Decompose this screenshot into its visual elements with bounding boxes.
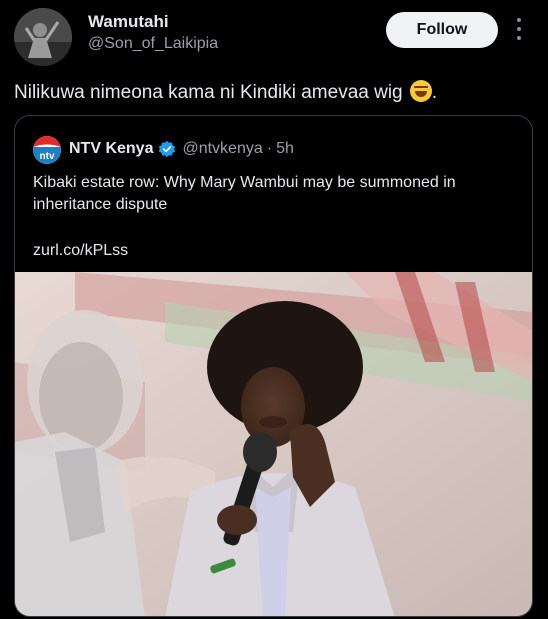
- quoted-handle[interactable]: @ntvkenya: [182, 138, 262, 160]
- tweet-body: Nilikuwa nimeona kama ni Kindiki amevaa …: [14, 82, 403, 103]
- quoted-tweet-meta: NTV Kenya @ntvkenya · 5h: [69, 138, 294, 160]
- ntv-avatar[interactable]: ntv: [33, 136, 61, 164]
- quoted-tweet-link[interactable]: zurl.co/kPLss: [33, 240, 128, 262]
- author-display-name[interactable]: Wamutahi: [88, 12, 218, 32]
- tweet-text: Nilikuwa nimeona kama ni Kindiki amevaa …: [14, 80, 534, 105]
- quoted-tweet-text: Kibaki estate row: Why Mary Wambui may b…: [33, 174, 456, 213]
- laughing-emoji-icon: [409, 80, 432, 102]
- meta-separator: ·: [266, 140, 273, 157]
- author-handle[interactable]: @Son_of_Laikipia: [88, 34, 218, 54]
- ntv-logo-text: ntv: [40, 151, 55, 162]
- avatar-photo: [14, 8, 72, 66]
- follow-button[interactable]: Follow: [386, 12, 498, 48]
- quoted-timestamp[interactable]: 5h: [276, 138, 294, 160]
- quoted-display-name[interactable]: NTV Kenya: [69, 138, 153, 160]
- author-avatar[interactable]: [14, 8, 72, 66]
- tweet-trailing-text: .: [431, 82, 438, 103]
- more-options-icon[interactable]: [512, 18, 526, 40]
- verified-badge-icon: [159, 140, 176, 158]
- ntv-logo-icon: ntv: [33, 136, 61, 164]
- quoted-tweet-image[interactable]: [15, 272, 533, 617]
- quoted-tweet-card[interactable]: ntv NTV Kenya @ntvkenya · 5h Kibaki esta…: [14, 115, 533, 617]
- tweet: Wamutahi @Son_of_Laikipia Follow Nilikuw…: [0, 0, 548, 619]
- author-info: Wamutahi @Son_of_Laikipia: [88, 12, 218, 54]
